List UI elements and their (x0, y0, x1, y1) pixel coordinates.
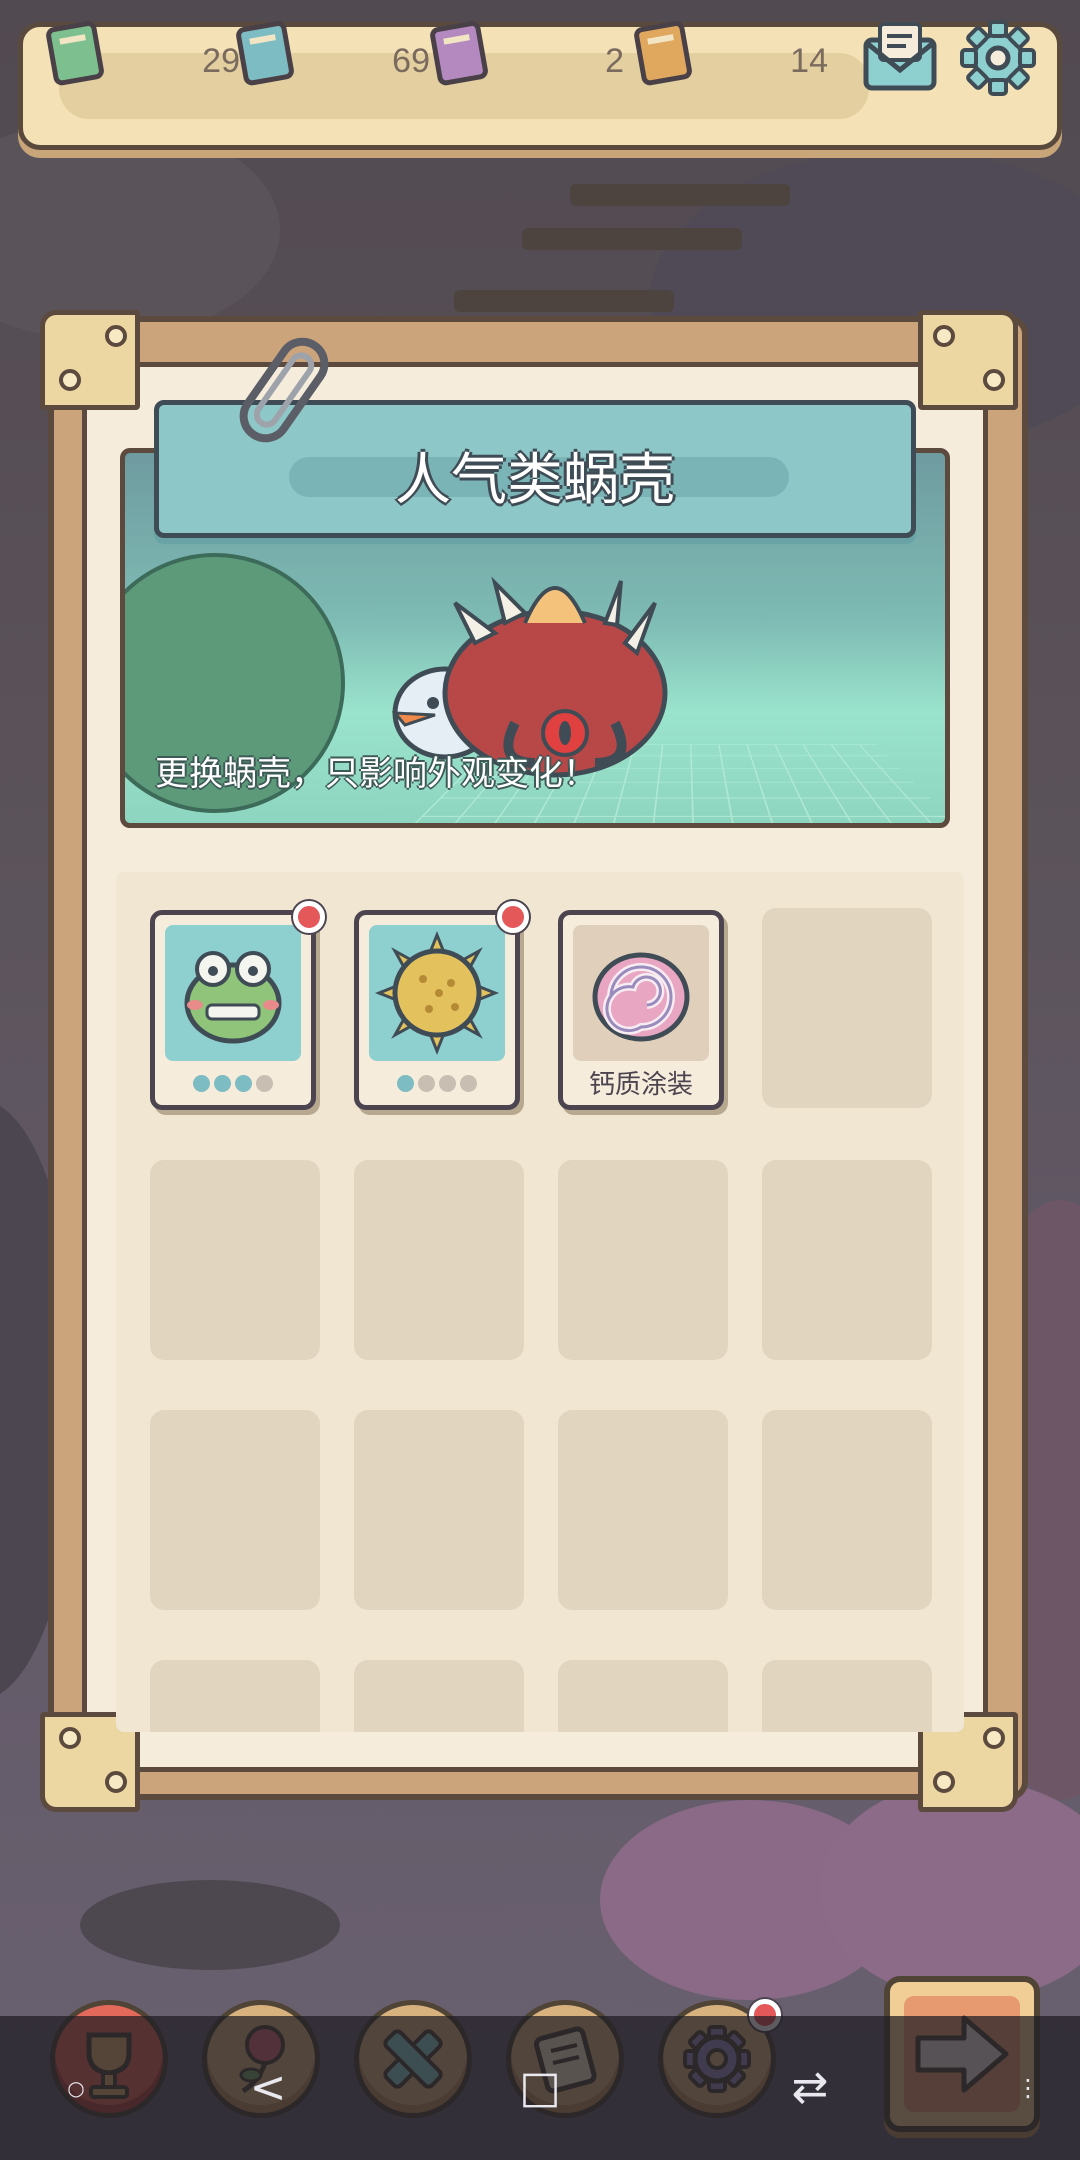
empty-slot (762, 1410, 932, 1610)
menu-handle[interactable]: ⋮ (1000, 2060, 1056, 2116)
currency-teal-value: 69 (392, 42, 430, 80)
empty-slot (558, 1410, 728, 1610)
corner-decoration (918, 310, 1018, 410)
empty-slot (762, 908, 932, 1108)
shell-item-calcium-coating[interactable]: 钙质涂装 (558, 910, 724, 1110)
new-badge (497, 901, 529, 933)
spiral-shell-icon (592, 952, 690, 1042)
orange-ticket-icon (634, 21, 692, 86)
corner-decoration (40, 310, 140, 410)
mail-icon (863, 22, 937, 91)
empty-slot (762, 1160, 932, 1360)
empty-slot (762, 1660, 932, 1732)
teal-ticket-icon (236, 21, 294, 86)
home-button[interactable]: □ (512, 2060, 568, 2116)
currency-teal[interactable]: 69 (236, 20, 436, 96)
system-navigation-bar: ○ < □ ⇄ ⋮ (0, 2016, 1080, 2160)
green-ticket-icon (46, 21, 104, 86)
banner-caption: 更换蜗壳，只影响外观变化！ (155, 754, 597, 794)
level-dots (155, 1075, 311, 1095)
empty-slot (150, 1660, 320, 1732)
empty-slot (558, 1160, 728, 1360)
mail-button[interactable] (860, 18, 940, 98)
currency-orange-value: 14 (790, 42, 828, 80)
settings-button[interactable] (958, 18, 1038, 98)
gear-icon (960, 20, 1036, 96)
item-label: 钙质涂装 (588, 1070, 693, 1100)
shell-item-pufferfish[interactable] (354, 901, 529, 1110)
empty-slot (150, 1410, 320, 1610)
empty-slot (150, 1160, 320, 1360)
shell-item-frog[interactable] (150, 901, 325, 1110)
purple-ticket-icon (430, 21, 488, 86)
currency-green[interactable]: 29 (46, 20, 246, 96)
empty-slot (354, 1160, 524, 1360)
empty-slot (354, 1660, 524, 1732)
empty-slot (354, 1410, 524, 1610)
level-dots (359, 1075, 515, 1095)
currency-purple-value: 2 (605, 42, 624, 80)
currency-orange[interactable]: 14 (634, 20, 834, 96)
nav-dot: ○ (67, 2076, 85, 2100)
currency-green-value: 29 (202, 42, 240, 80)
pufferfish-icon (374, 930, 500, 1056)
back-button[interactable]: < (240, 2060, 296, 2116)
empty-slot (558, 1660, 728, 1732)
recent-apps-button[interactable]: ⇄ (782, 2060, 838, 2116)
new-badge (293, 901, 325, 933)
currency-purple[interactable]: 2 (430, 20, 630, 96)
frog-icon (184, 951, 282, 1044)
